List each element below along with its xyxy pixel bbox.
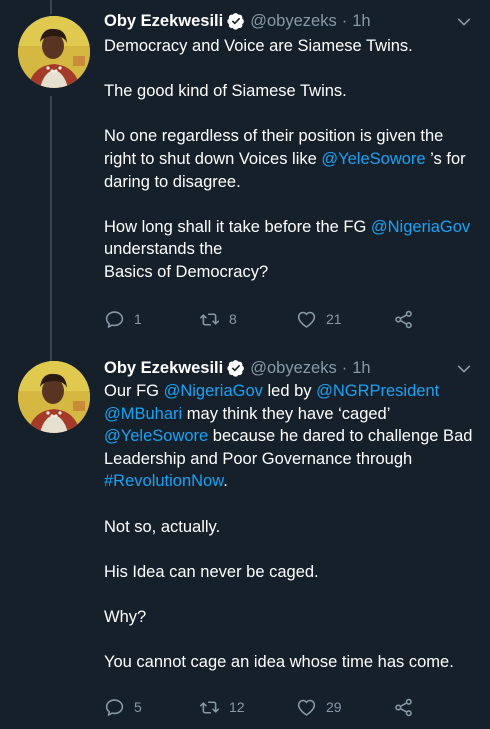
avatar[interactable] <box>18 361 90 433</box>
reply-button[interactable]: 1 <box>104 309 199 330</box>
mention-link[interactable]: @YeleSowore <box>104 427 208 445</box>
reply-icon <box>105 310 124 328</box>
timestamp[interactable]: 1h <box>352 12 370 31</box>
tweet-paragraph: Our FG @NigeriaGov led by @NGRPresident @… <box>104 380 480 493</box>
tweet-actions: 5 12 29 <box>104 696 414 718</box>
like-button[interactable]: 21 <box>296 309 393 330</box>
tweet[interactable]: Oby Ezekwesili @obyezeks · 1h Democracy … <box>0 0 490 345</box>
heart-icon <box>297 699 316 716</box>
mention-link[interactable]: @NGRPresident <box>316 382 439 400</box>
reply-icon <box>105 698 124 716</box>
reply-count: 1 <box>134 311 142 327</box>
text-run: Not so, actually. <box>104 517 221 536</box>
text-run: Our FG <box>104 382 164 400</box>
avatar-image <box>18 16 90 88</box>
text-run: understands the <box>104 240 223 259</box>
timestamp[interactable]: 1h <box>352 359 370 378</box>
share-icon <box>395 698 412 716</box>
hashtag-link[interactable]: #RevolutionNow <box>104 472 223 490</box>
tweet-paragraph: No one regardless of their position is g… <box>104 125 480 193</box>
avatar-image <box>18 361 90 433</box>
verified-badge-icon <box>227 13 245 30</box>
share-button[interactable] <box>393 309 414 330</box>
text-run: Why? <box>104 607 147 626</box>
tweet-paragraph: You cannot cage an idea whose time has c… <box>104 651 480 674</box>
reply-button[interactable]: 5 <box>104 697 199 718</box>
tweet-paragraph: Why? <box>104 606 480 629</box>
like-button[interactable]: 29 <box>296 697 393 718</box>
mention-link[interactable]: @YeleSowore <box>321 150 425 168</box>
retweet-count: 8 <box>229 311 237 327</box>
text-run: . <box>223 472 228 491</box>
retweet-icon <box>199 312 220 326</box>
mention-link[interactable]: @NigeriaGov <box>164 382 263 400</box>
retweet-icon <box>199 700 220 714</box>
separator: · <box>341 358 348 377</box>
retweet-button[interactable]: 8 <box>199 309 296 330</box>
reply-count: 5 <box>134 699 142 715</box>
text-run: Basics of Democracy? <box>104 262 269 281</box>
author-handle[interactable]: @obyezeks <box>250 359 336 378</box>
share-icon <box>395 310 412 328</box>
like-count: 21 <box>326 311 342 327</box>
text-run: may think they have ‘caged’ <box>182 404 391 423</box>
retweet-button[interactable]: 12 <box>199 697 296 718</box>
tweet-paragraph: Democracy and Voice are Siamese Twins. <box>104 35 480 58</box>
tweet-text: Democracy and Voice are Siamese Twins. Th… <box>104 35 480 284</box>
tweet-paragraph: Not so, actually. <box>104 516 480 539</box>
text-run: Democracy and Voice are Siamese Twins. <box>104 37 413 55</box>
tweet-header: Oby Ezekwesili @obyezeks · 1h <box>104 357 371 379</box>
author-name[interactable]: Oby Ezekwesili <box>104 12 223 31</box>
tweet-actions: 1 8 21 <box>104 308 414 330</box>
tweet-header: Oby Ezekwesili @obyezeks · 1h <box>104 10 371 32</box>
chevron-down-icon[interactable] <box>456 14 472 30</box>
tweet-paragraph: The good kind of Siamese Twins. <box>104 80 480 103</box>
tweet[interactable]: Oby Ezekwesili @obyezeks · 1h Our FG @Ni… <box>0 345 490 729</box>
mention-link[interactable]: @NigeriaGov <box>371 218 470 236</box>
text-run: His Idea can never be caged. <box>104 562 319 581</box>
heart-icon <box>297 311 316 328</box>
text-run: The good kind of Siamese Twins. <box>104 82 347 101</box>
chevron-down-icon[interactable] <box>456 361 472 377</box>
author-name[interactable]: Oby Ezekwesili <box>104 359 223 378</box>
text-run: You cannot cage an idea whose time has c… <box>104 653 454 672</box>
share-button[interactable] <box>393 697 414 718</box>
tweet-paragraph: How long shall it take before the FG @Ni… <box>104 216 480 284</box>
author-handle[interactable]: @obyezeks <box>250 12 336 31</box>
text-run: led by <box>262 382 317 400</box>
avatar[interactable] <box>18 16 90 88</box>
retweet-count: 12 <box>229 699 245 715</box>
tweet-paragraph: His Idea can never be caged. <box>104 561 480 584</box>
tweet-text: Our FG @NigeriaGov led by @NGRPresident @… <box>104 380 480 674</box>
verified-badge-icon <box>227 360 245 377</box>
text-run: How long shall it take before the FG <box>104 217 371 236</box>
mention-link[interactable]: @MBuhari <box>104 405 182 423</box>
like-count: 29 <box>326 699 342 715</box>
separator: · <box>341 11 348 30</box>
